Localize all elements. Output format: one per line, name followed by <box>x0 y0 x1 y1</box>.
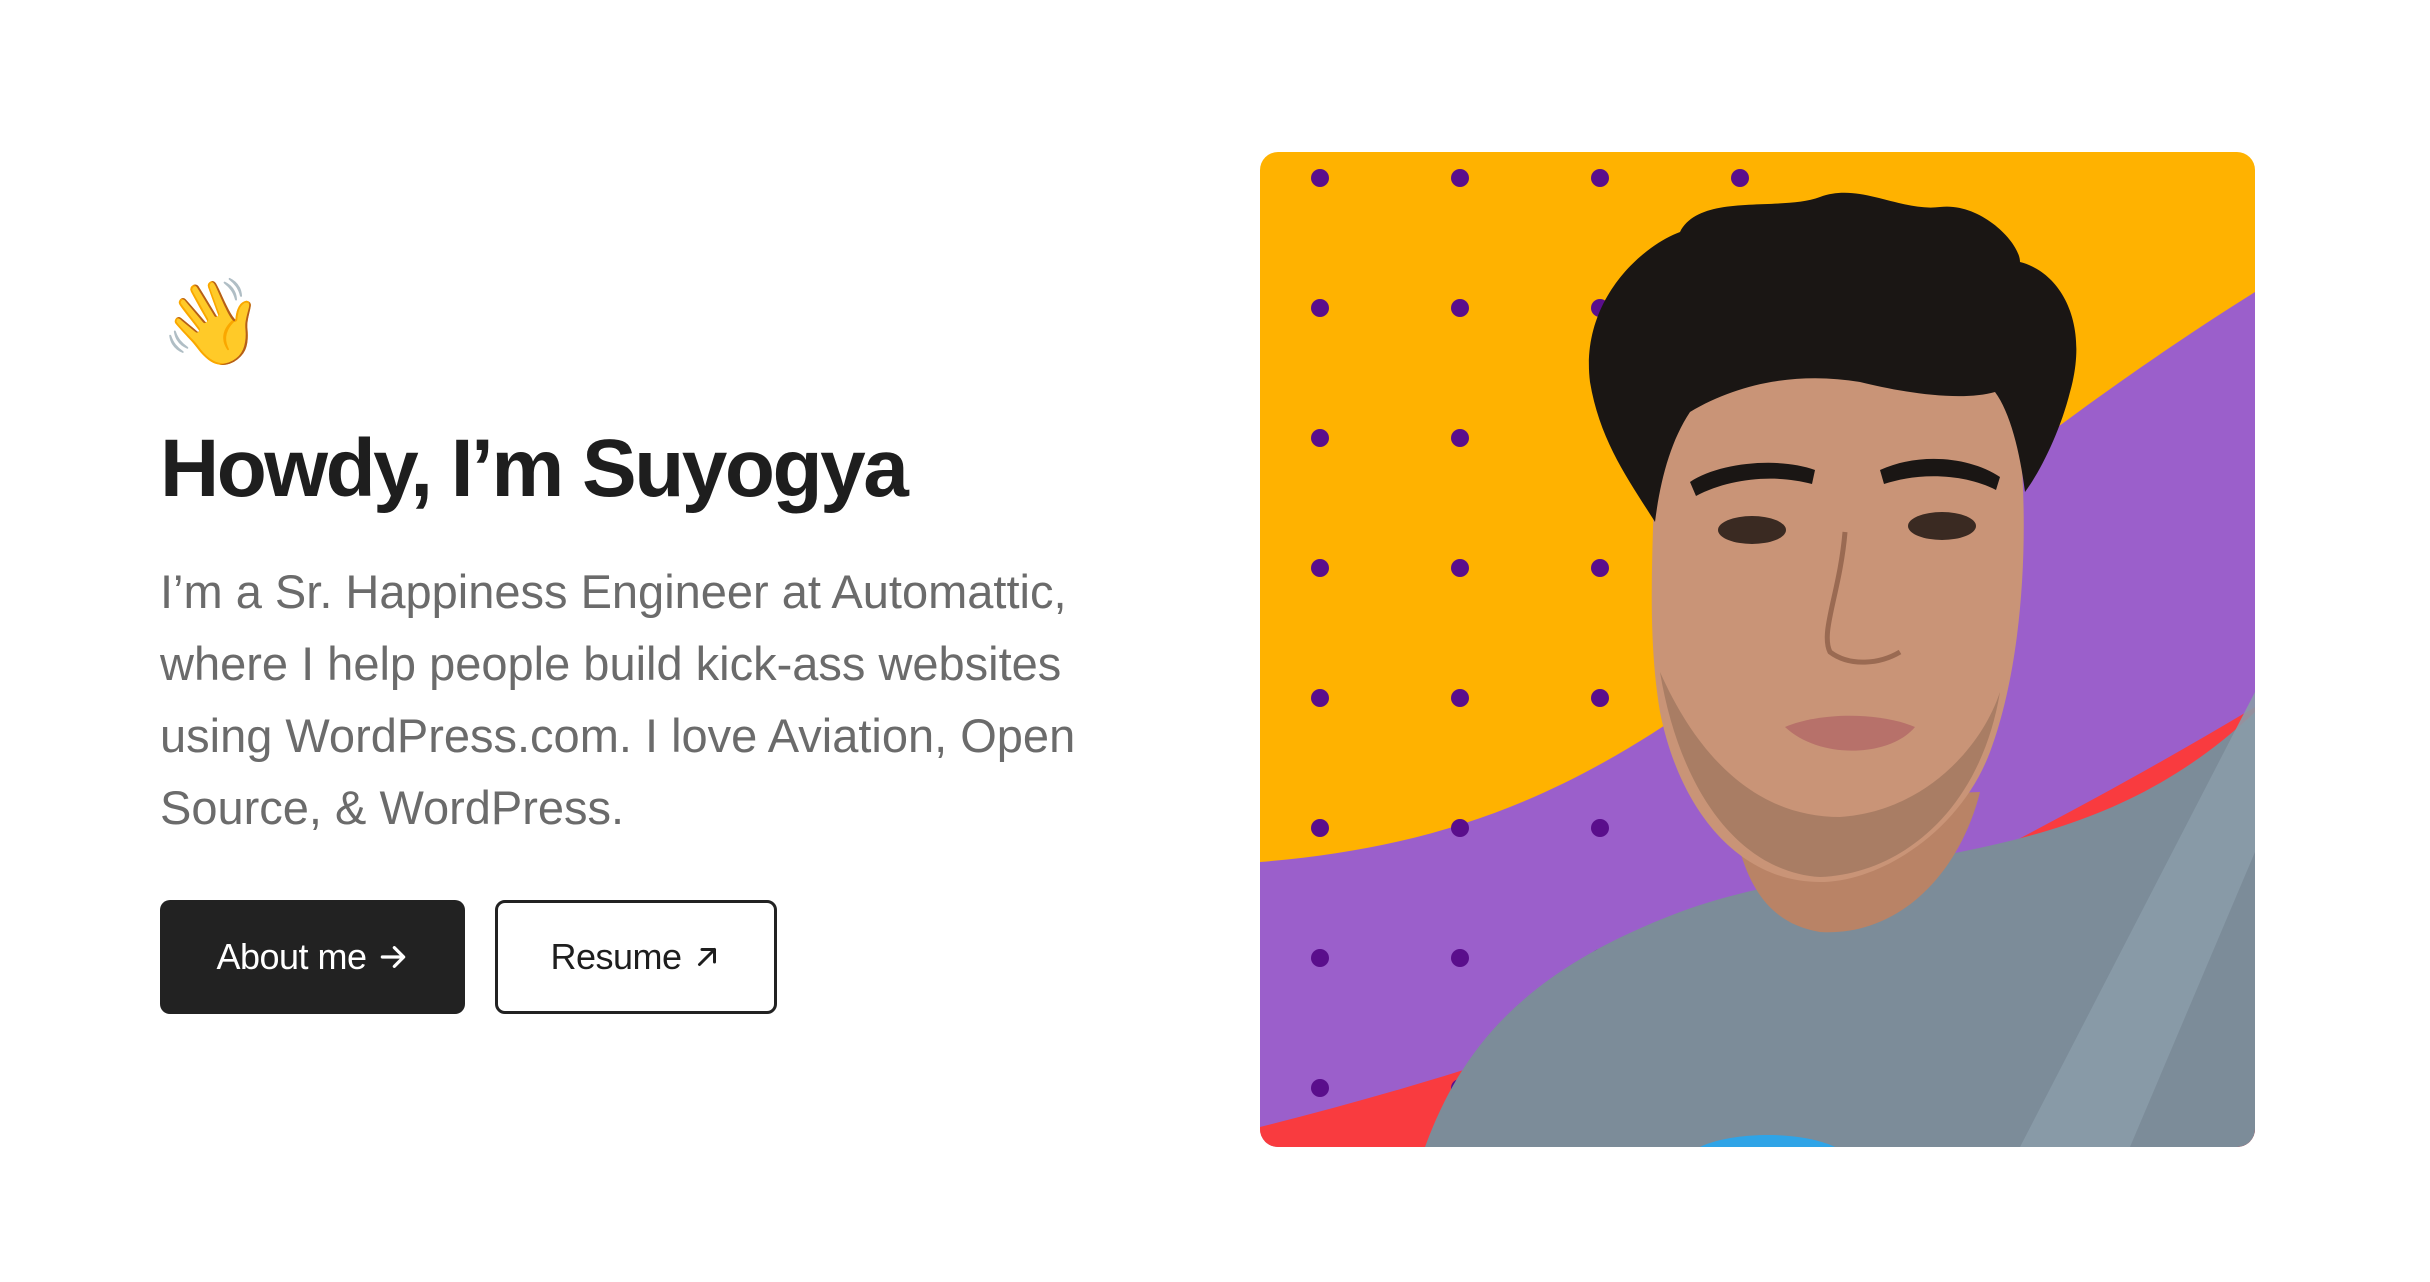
arrow-up-right-icon <box>697 948 716 967</box>
bio-text: I’m a Sr. Happiness Engineer at Automatt… <box>160 565 1076 835</box>
profile-illustration <box>1260 152 2255 1147</box>
arrow-right-icon <box>380 946 405 969</box>
hero-intro: 👋 Howdy, I’m Suyogya I’m a Sr. Happiness… <box>160 273 1180 1015</box>
profile-photo <box>1260 152 2255 1147</box>
about-me-button[interactable]: About me <box>160 900 465 1015</box>
waving-hand-icon: 👋 <box>160 273 265 371</box>
about-me-label: About me <box>216 936 367 978</box>
resume-label: Resume <box>550 936 682 978</box>
resume-button[interactable]: Resume <box>495 900 777 1015</box>
hero-buttons: About me Resume <box>160 900 1180 1015</box>
page-title: Howdy, I’m Suyogya <box>160 423 909 514</box>
